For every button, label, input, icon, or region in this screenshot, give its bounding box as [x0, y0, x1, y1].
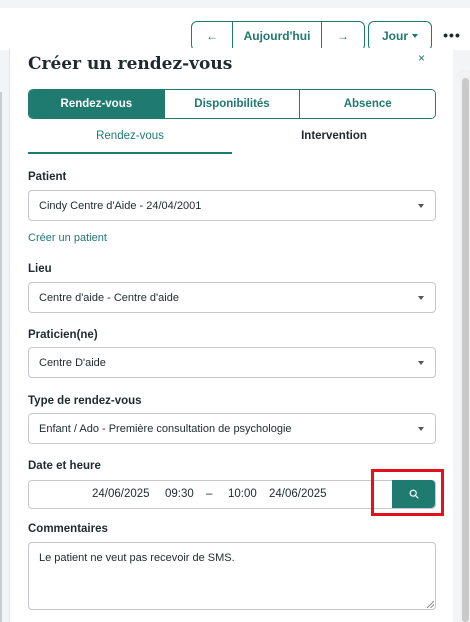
comments-textarea[interactable]: Le patient ne veut pas recevoir de SMS.: [28, 542, 436, 610]
close-icon[interactable]: ×: [418, 51, 425, 65]
date-navigation: ← Aujourd'hui →: [191, 21, 365, 51]
range-separator: –: [206, 488, 213, 500]
praticien-select[interactable]: Centre D'aide: [28, 347, 436, 378]
praticien-label: Praticien(ne): [28, 329, 98, 341]
view-select-button[interactable]: Jour: [368, 21, 432, 51]
lieu-label: Lieu: [28, 263, 52, 275]
type-label: Type de rendez-vous: [28, 395, 142, 407]
patient-select[interactable]: Cindy Centre d'Aide - 24/04/2001: [28, 190, 436, 221]
scrollbar-thumb[interactable]: [462, 78, 469, 622]
datetime-label: Date et heure: [28, 460, 101, 472]
lieu-value: Centre d'aide - Centre d'aide: [39, 291, 179, 304]
panel-divider: [0, 92, 2, 622]
chevron-down-icon: [418, 204, 424, 208]
sub-tabs: Rendez-vous Intervention: [28, 130, 436, 154]
comments-label: Commentaires: [28, 523, 108, 535]
comments-value: Le patient ne veut pas recevoir de SMS.: [39, 552, 235, 564]
start-date[interactable]: 24/06/2025: [92, 488, 150, 500]
appointment-type-select[interactable]: Enfant / Ado - Première consultation de …: [28, 413, 436, 444]
appointment-type-value: Enfant / Ado - Première consultation de …: [39, 422, 292, 435]
lieu-select[interactable]: Centre d'aide - Centre d'aide: [28, 282, 436, 313]
more-icon: •••: [443, 27, 461, 43]
create-patient-link[interactable]: Créer un patient: [28, 232, 107, 244]
more-options-button[interactable]: •••: [440, 23, 464, 47]
next-day-button[interactable]: →: [322, 22, 364, 50]
tab-rendez-vous[interactable]: Rendez-vous: [29, 90, 165, 118]
today-button[interactable]: Aujourd'hui: [233, 22, 322, 50]
tab-disponibilites[interactable]: Disponibilités: [164, 90, 301, 118]
subtab-intervention[interactable]: Intervention: [232, 130, 436, 154]
chevron-down-icon: [418, 427, 424, 431]
top-toolbar: ← Aujourd'hui → Jour •••: [0, 0, 470, 51]
patient-value: Cindy Centre d'Aide - 24/04/2001: [39, 199, 202, 212]
subtab-rendez-vous[interactable]: Rendez-vous: [28, 130, 232, 154]
main-tabs: Rendez-vous Disponibilités Absence: [28, 89, 436, 119]
praticien-value: Centre D'aide: [39, 356, 106, 369]
arrow-right-icon: →: [337, 29, 349, 43]
arrow-left-icon: ←: [206, 29, 218, 43]
patient-label: Patient: [28, 171, 67, 183]
end-date[interactable]: 24/06/2025: [269, 488, 327, 500]
highlight-box: [371, 469, 444, 516]
chevron-down-icon: [418, 296, 424, 300]
chevron-down-icon: [418, 361, 424, 365]
end-time[interactable]: 10:00: [228, 488, 257, 500]
view-label: Jour: [381, 29, 408, 43]
page-title: Créer un rendez-vous: [28, 54, 233, 74]
chevron-down-icon: [412, 34, 418, 38]
previous-day-button[interactable]: ←: [192, 22, 233, 50]
tab-absence[interactable]: Absence: [300, 90, 435, 118]
resize-handle-icon[interactable]: [427, 601, 434, 608]
start-time[interactable]: 09:30: [165, 488, 194, 500]
